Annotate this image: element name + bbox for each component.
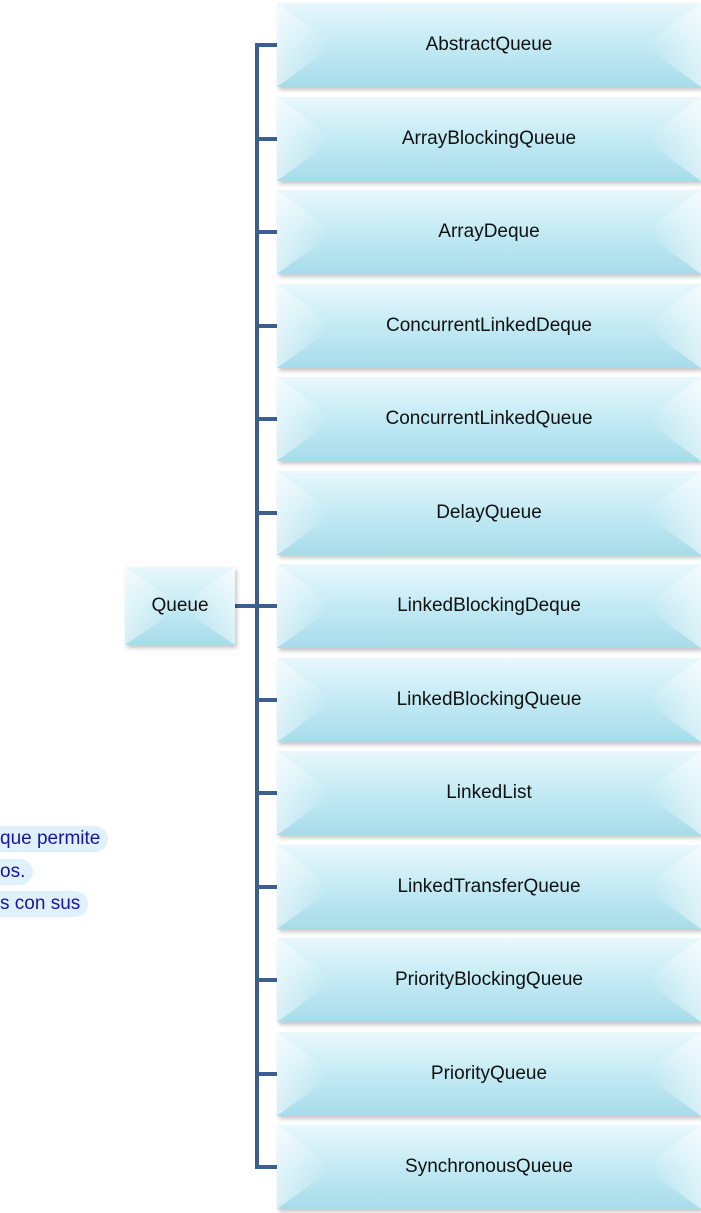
child-node-label: ConcurrentLinkedDeque	[386, 315, 592, 336]
child-node-label: LinkedBlockingDeque	[397, 595, 581, 616]
connector-branch	[255, 885, 277, 889]
text-fragment: os.	[0, 859, 34, 885]
child-node: LinkedList	[277, 751, 701, 835]
connector-branch	[255, 791, 277, 795]
child-node: SynchronousQueue	[277, 1125, 701, 1209]
connector-branch	[255, 324, 277, 328]
child-node: AbstractQueue	[277, 3, 701, 87]
connector-branch	[255, 1072, 277, 1076]
connector-branch	[255, 698, 277, 702]
child-node-label: PriorityBlockingQueue	[395, 969, 583, 990]
child-node: ArrayBlockingQueue	[277, 97, 701, 181]
child-node-label: PriorityQueue	[430, 1063, 548, 1084]
child-node: LinkedBlockingQueue	[277, 658, 701, 742]
child-node-label: LinkedList	[446, 782, 532, 803]
connector-branch	[255, 978, 277, 982]
connector-branch	[255, 1165, 277, 1169]
child-node: DelayQueue	[277, 471, 701, 555]
root-node-label: Queue	[151, 595, 209, 616]
text-fragment: s con sus	[0, 891, 89, 917]
text-fragment: que permite	[0, 826, 109, 852]
child-node-label: LinkedTransferQueue	[397, 876, 581, 897]
child-node-label: LinkedBlockingQueue	[396, 689, 582, 710]
child-node-label: DelayQueue	[436, 502, 542, 523]
child-node: ConcurrentLinkedDeque	[277, 284, 701, 368]
child-node-label: ArrayBlockingQueue	[401, 128, 577, 149]
child-node: PriorityQueue	[277, 1032, 701, 1116]
child-node: ArrayDeque	[277, 190, 701, 274]
connector-branch	[255, 604, 277, 608]
child-node-label: ArrayDeque	[438, 221, 540, 242]
child-node: LinkedTransferQueue	[277, 845, 701, 929]
connector-branch	[255, 43, 277, 47]
connector-branch	[255, 417, 277, 421]
connector-branch	[255, 230, 277, 234]
child-node-label: ConcurrentLinkedQueue	[385, 408, 593, 429]
child-node-label: AbstractQueue	[425, 34, 553, 55]
child-node-label: SynchronousQueue	[405, 1156, 573, 1177]
child-node: ConcurrentLinkedQueue	[277, 377, 701, 461]
connector-branch	[255, 511, 277, 515]
connector-branch	[255, 137, 277, 141]
root-node-queue: Queue	[125, 567, 235, 645]
child-node: PriorityBlockingQueue	[277, 938, 701, 1022]
child-node: LinkedBlockingDeque	[277, 564, 701, 648]
